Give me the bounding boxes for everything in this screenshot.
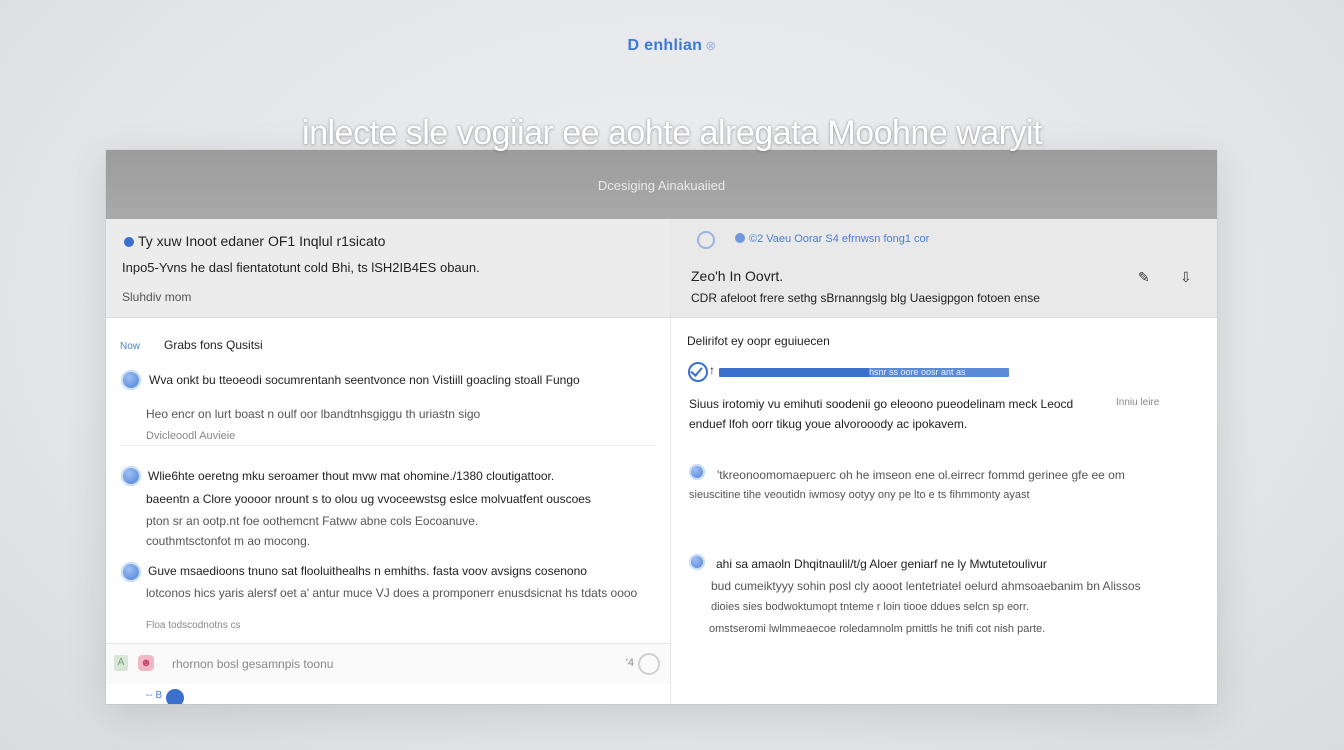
app-window: Dcesiging Ainakuaiied Ty xuw Inoot edane… [106,150,1217,704]
pencil-icon[interactable]: ✎ [1138,269,1150,286]
progress-label: hsnr ss oore oosr ant as [869,368,966,377]
status-dot-icon [735,233,745,243]
send-icon[interactable] [638,653,660,675]
hero-title: inlecte sle vogiiar ee aohte alregata Mo… [302,114,1042,152]
left-pane-header[interactable]: Ty xuw Inoot edaner OF1 Inqlul r1sicato … [106,219,670,318]
progress-bar[interactable]: hsnr ss oore oosr ant as [719,368,1009,377]
banner: Dcesiging Ainakuaiied [106,150,1217,219]
avatar [689,554,705,570]
composer-count: '4 [625,657,634,669]
thread-title: Ty xuw Inoot edaner OF1 Inqlul r1sicato [138,233,386,249]
brand-mark-icon: ⊗ [705,38,717,53]
header-ring-icon[interactable] [697,231,715,249]
right-pane: ©2 Vaeu Oorar S4 efrnwsn fong1 cor Zeo'h… [671,219,1217,704]
thread-detail: Inpo5-Yvns he dasl fientatotunt cold Bhi… [122,260,480,275]
brand-name: D enhlian [627,37,703,54]
contact-name: Zeo'h In Oovrt. [691,268,784,284]
attach-icon[interactable]: A [114,655,128,671]
emoji-icon[interactable]: ☻ [138,655,154,671]
section-title: Grabs fons Qusitsi [164,338,263,352]
section-tag[interactable]: Now [120,341,140,352]
avatar [689,464,705,480]
composer[interactable]: A ☻ rhornon bosl gesamnpis toonu '4 [106,643,670,684]
progress-row: ↑ hsnr ss oore oosr ant as [671,319,1217,389]
right-pane-header: ©2 Vaeu Oorar S4 efrnwsn fong1 cor Zeo'h… [671,219,1217,318]
brand: D enhlian ⊗ [0,37,1344,55]
avatar [121,370,141,390]
avatar [121,466,141,486]
left-pane: Ty xuw Inoot edaner OF1 Inqlul r1sicato … [106,219,671,704]
status-dot-icon [124,237,134,247]
footer-icon[interactable] [166,689,184,704]
footer-label: -- B [146,690,163,701]
banner-subtitle: Dcesiging Ainakuaiied [597,178,726,193]
avatar [121,562,141,582]
composer-input[interactable]: rhornon bosl gesamnpis toonu [172,657,333,671]
breadcrumb[interactable]: ©2 Vaeu Oorar S4 efrnwsn fong1 cor [749,233,929,245]
bottom-row: -- B [106,684,670,704]
share-icon[interactable]: ⇩ [1180,269,1192,286]
check-icon [688,362,708,382]
list-divider [120,445,656,446]
contact-detail: CDR afeloot frere sethg sBrnanngslg blg … [691,291,1040,305]
thread-meta: Sluhdiv mom [122,290,192,304]
